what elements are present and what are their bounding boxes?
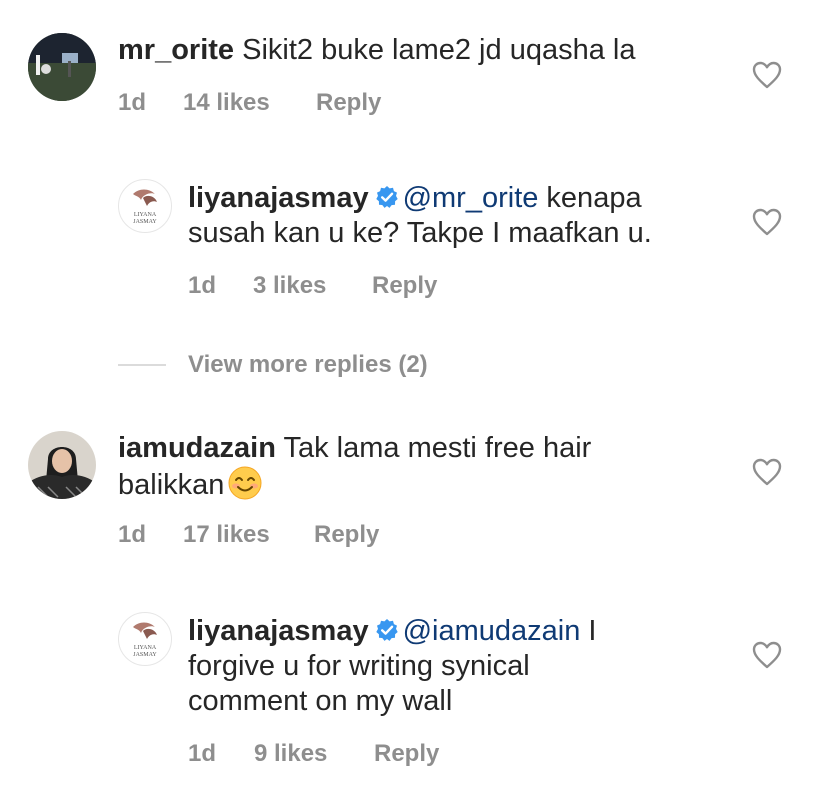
likes-count[interactable]: 9 likes: [254, 740, 327, 768]
comment-text: liyanajasmay @iamudazain I forgive u for …: [188, 615, 597, 717]
username[interactable]: liyanajasmay: [188, 615, 369, 647]
heart-icon[interactable]: [752, 641, 782, 669]
heart-icon[interactable]: [752, 61, 782, 89]
timestamp: 1d: [118, 521, 147, 548]
avatar[interactable]: [28, 33, 96, 101]
heart-icon[interactable]: [752, 208, 782, 236]
divider: [118, 364, 166, 366]
verified-badge-icon: [375, 619, 398, 641]
comment-text: mr_orite Sikit2 buke lame2 jd uqasha la: [118, 34, 636, 66]
reply-button[interactable]: Reply: [316, 89, 381, 117]
timestamp: 1d: [188, 740, 217, 767]
username[interactable]: iamudazain: [118, 432, 276, 464]
likes-count[interactable]: 14 likes: [183, 89, 270, 117]
mention-link[interactable]: @mr_orite: [403, 182, 539, 214]
reply-button[interactable]: Reply: [372, 272, 437, 300]
mention-link[interactable]: @iamudazain: [403, 615, 581, 647]
avatar[interactable]: [28, 431, 96, 499]
reply-button[interactable]: Reply: [314, 521, 379, 549]
smiling-face-emoji-icon: [228, 466, 262, 500]
likes-count[interactable]: 3 likes: [253, 272, 326, 300]
username[interactable]: liyanajasmay: [188, 182, 369, 214]
svg-text:LIYANA: LIYANA: [134, 212, 157, 218]
verified-badge-icon: [375, 186, 398, 208]
svg-text:JASMAY: JASMAY: [133, 219, 157, 225]
heart-icon[interactable]: [752, 458, 782, 486]
timestamp: 1d: [188, 272, 217, 299]
timestamp: 1d: [118, 89, 147, 116]
avatar[interactable]: LIYANA JASMAY: [118, 179, 172, 233]
reply-button[interactable]: Reply: [374, 740, 439, 768]
avatar[interactable]: LIYANA JASMAY: [118, 612, 172, 666]
comment-text: liyanajasmay @mr_orite kenapa susah kan u…: [188, 182, 652, 249]
view-more-replies-label[interactable]: View more replies (2): [188, 351, 428, 379]
username[interactable]: mr_orite: [118, 34, 234, 66]
comment-text: iamudazain Tak lama mesti free hair bali…: [118, 432, 592, 501]
likes-count[interactable]: 17 likes: [183, 521, 270, 549]
svg-text:LIYANA: LIYANA: [134, 645, 157, 651]
svg-text:JASMAY: JASMAY: [133, 652, 157, 658]
